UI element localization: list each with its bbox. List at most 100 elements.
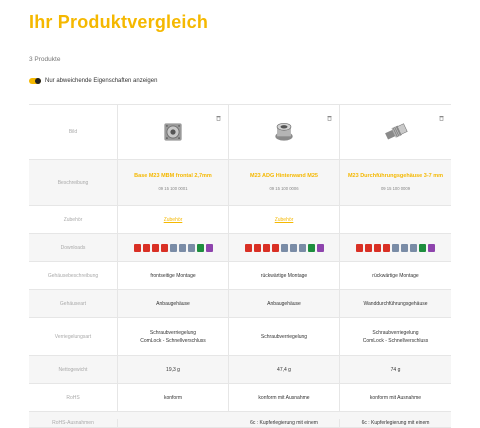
row-rohs-exceptions: RoHS-Ausnahmen 6c : Kupferlegierung mit … — [29, 412, 451, 428]
pdf-file-icon[interactable] — [383, 243, 390, 252]
row-label: Gehäuseart — [29, 290, 118, 317]
excel-file-icon[interactable] — [196, 243, 204, 252]
value-cell: rückwärtige Montage — [372, 272, 419, 279]
trash-icon[interactable] — [439, 115, 444, 121]
row-label: RoHS-Ausnahmen — [29, 419, 118, 427]
row-label: Beschreibung — [29, 160, 118, 205]
row-label: Bild — [29, 105, 118, 159]
product-count: 3 Produkte — [29, 56, 61, 63]
excel-file-icon[interactable] — [307, 243, 315, 252]
pdf-file-icon[interactable] — [160, 243, 168, 252]
pdf-file-icon[interactable] — [253, 243, 261, 252]
row-label: RoHS — [29, 384, 118, 411]
value-cell: Schraubverriegelung ComLock - Schnellver… — [118, 318, 229, 355]
row-description: Beschreibung Base M23 MBM frontal 2,7mm … — [29, 160, 451, 206]
downloads-cell — [340, 234, 451, 261]
accessories-link[interactable]: Zubehör — [275, 216, 294, 224]
product-description-cell: Base M23 MBM frontal 2,7mm 09 15 100 000… — [118, 160, 229, 205]
product-description-cell: M23 Durchführungsgehäuse 3-7 mm 09 15 10… — [340, 160, 451, 205]
cad-file-icon[interactable] — [401, 243, 408, 252]
product-image-cell — [340, 105, 451, 159]
row-label: Zubehör — [29, 206, 118, 233]
accessories-cell — [340, 206, 451, 233]
product-image-2[interactable] — [271, 119, 297, 145]
product-number: 09 15 100 0001 — [158, 185, 188, 191]
product-name-link[interactable]: M23 ADG Hinterwand M25 — [250, 173, 318, 181]
trash-icon[interactable] — [327, 115, 332, 121]
cad-file-icon[interactable] — [187, 243, 195, 252]
product-image-cell — [118, 105, 229, 159]
pdf-file-icon[interactable] — [262, 243, 270, 252]
value-cell: Anbaugehäuse — [229, 290, 340, 317]
row-housing-description: Gehäusebeschreibung frontseitige Montage… — [29, 262, 451, 290]
cad-file-icon[interactable] — [169, 243, 177, 252]
product-image-1[interactable] — [160, 119, 186, 145]
difference-toggle-row[interactable]: Nur abweichende Eigenschaften anzeigen — [29, 78, 157, 84]
value-cell: 6c : Kupferlegierung mit einem — [229, 419, 340, 427]
cad-file-icon[interactable] — [289, 243, 297, 252]
locking-value: Schraubverriegelung — [372, 329, 419, 336]
row-net-weight: Nettogewicht 19,3 g 47,4 g 74 g — [29, 356, 451, 384]
value-cell: Schraubverriegelung ComLock - Schnellver… — [340, 318, 451, 355]
product-name-link[interactable]: M23 Durchführungsgehäuse 3-7 mm — [348, 173, 443, 181]
row-label: Nettogewicht — [29, 356, 118, 383]
value-cell: konform mit Ausnahme — [369, 394, 422, 401]
cad-file-icon[interactable] — [178, 243, 186, 252]
row-image: Bild — [29, 105, 451, 160]
difference-toggle[interactable] — [29, 78, 41, 84]
accessories-cell: Zubehör — [229, 206, 340, 233]
pdf-file-icon[interactable] — [365, 243, 372, 252]
value-cell: 19,3 g — [118, 356, 229, 383]
value-cell: rückwärtige Montage — [229, 262, 340, 289]
excel-file-icon[interactable] — [419, 243, 426, 252]
downloads-cell — [118, 234, 229, 261]
cad-file-icon[interactable] — [298, 243, 306, 252]
value-cell: Wanddurchführungsgehäuse — [363, 300, 428, 307]
locking-value: ComLock - Schnellverschluss — [362, 337, 429, 344]
row-label: Downloads — [29, 234, 118, 261]
value-cell: 6c : Kupferlegierung mit einem — [361, 420, 430, 426]
row-label: Gehäusebeschreibung — [29, 262, 118, 289]
pdf-file-icon[interactable] — [356, 243, 363, 252]
product-description-cell: M23 ADG Hinterwand M25 09 15 100 0006 — [229, 160, 340, 205]
value-cell: konform mit Ausnahme — [229, 384, 340, 411]
zip-file-icon[interactable] — [428, 243, 435, 252]
value-cell: Schraubverriegelung — [229, 318, 340, 355]
locking-value: ComLock - Schnellverschluss — [140, 337, 206, 344]
value-cell: Anbaugehäuse — [118, 290, 229, 317]
accessories-link[interactable]: Zubehör — [164, 216, 183, 224]
value-cell: konform — [118, 384, 229, 411]
pdf-file-icon[interactable] — [244, 243, 252, 252]
downloads-cell — [229, 234, 340, 261]
pdf-file-icon[interactable] — [374, 243, 381, 252]
pdf-file-icon[interactable] — [271, 243, 279, 252]
zip-file-icon[interactable] — [316, 243, 324, 252]
value-cell: frontseitige Montage — [118, 262, 229, 289]
product-image-3[interactable] — [383, 119, 409, 145]
difference-toggle-label: Nur abweichende Eigenschaften anzeigen — [45, 78, 158, 84]
accessories-cell: Zubehör — [118, 206, 229, 233]
cad-file-icon[interactable] — [392, 243, 399, 252]
value-cell: 47,4 g — [229, 356, 340, 383]
cad-file-icon[interactable] — [410, 243, 417, 252]
locking-value: Schraubverriegelung — [260, 333, 308, 340]
trash-icon[interactable] — [216, 115, 221, 121]
row-housing-type: Gehäuseart Anbaugehäuse Anbaugehäuse Wan… — [29, 290, 451, 318]
pdf-file-icon[interactable] — [151, 243, 159, 252]
pdf-file-icon[interactable] — [142, 243, 150, 252]
row-downloads: Downloads — [29, 234, 451, 262]
pdf-file-icon[interactable] — [133, 243, 141, 252]
row-rohs: RoHS konform konform mit Ausnahme konfor… — [29, 384, 451, 412]
product-name-link[interactable]: Base M23 MBM frontal 2,7mm — [134, 173, 212, 181]
comparison-table: Bild Beschreibung Base M23 MBM frontal 2… — [29, 104, 451, 428]
page-title: Ihr Produktvergleich — [29, 12, 209, 32]
zip-file-icon[interactable] — [205, 243, 213, 252]
locking-value: Schraubverriegelung — [149, 329, 197, 336]
cad-file-icon[interactable] — [280, 243, 288, 252]
product-number: 09 15 100 0006 — [269, 185, 299, 191]
row-locking-type: Verriegelungsart Schraubverriegelung Com… — [29, 318, 451, 356]
value-cell: 74 g — [390, 366, 401, 373]
product-number: 09 15 100 0009 — [380, 185, 411, 191]
product-image-cell — [229, 105, 340, 159]
row-accessories: Zubehör Zubehör Zubehör — [29, 206, 451, 234]
